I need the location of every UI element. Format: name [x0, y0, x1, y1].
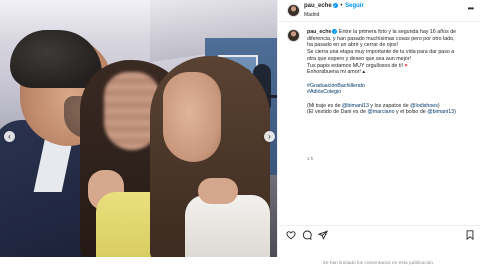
share-icon[interactable] [318, 230, 328, 240]
graduation-emoji-icon: ▴ [362, 69, 366, 76]
credits-text: y los zapatos de [368, 102, 411, 109]
separator-dot: • [340, 3, 343, 10]
caption-text-line: Tus papis estamos MUY orgullosos de ti! [307, 62, 403, 69]
post-photo[interactable]: ‹ › [0, 0, 277, 262]
comments-limited-text: Se han limitado los comentarios en esta … [322, 261, 435, 266]
mention-link[interactable]: @marciano [367, 109, 394, 115]
caption-avatar[interactable] [287, 29, 300, 42]
comment-icon[interactable] [302, 230, 312, 240]
caption-text: pau_eche ✓ Entre la primera foto y la seg… [307, 29, 475, 116]
caption-text-line-congrats: Enhorabuena mi amor! ▴ [307, 69, 475, 76]
post-location[interactable]: Madrid [304, 12, 319, 18]
comments-limited-notice: Se han limitado los comentarios en esta … [0, 257, 480, 270]
credits-text: ) [454, 109, 456, 116]
post-actions-bar [278, 225, 480, 243]
author-username[interactable]: pau_eche [304, 3, 332, 9]
caption-block: pau_eche ✓ Entre la primera foto y la seg… [278, 24, 480, 194]
post-header: pau_eche ✓ • Seguir Madrid ••• [278, 0, 480, 22]
photo-woman-hand [198, 178, 238, 204]
credits-line-1: (Mi traje es de @bimani13 y los zapatos … [307, 103, 475, 110]
previous-photo-button[interactable]: ‹ [4, 131, 15, 142]
hashtag-link[interactable]: #GraduaciónBachillerato [307, 83, 475, 90]
credits-line-2: (El vestido de Dani es de @marciano y el… [307, 109, 475, 116]
bookmark-icon[interactable] [465, 230, 475, 240]
credits-text: (El vestido de Dani es de [307, 109, 368, 116]
caption-text-line: ha pasado en un abrir y cerrar de ojos! [307, 42, 398, 49]
photo-woman-face [163, 72, 221, 162]
caption-text-line: diferencia, y han pasado muchísimas cosa… [307, 35, 455, 42]
more-options-icon[interactable]: ••• [468, 4, 474, 13]
mention-link[interactable]: @bimani13 [342, 103, 369, 109]
hashtag-link[interactable]: #AdiósColegio [307, 89, 475, 96]
caption-text-line-proud: Tus papis estamos MUY orgullosos de ti! … [307, 63, 475, 70]
heart-emoji-icon: ♥ [404, 62, 408, 69]
credits-text: ) [437, 102, 440, 109]
credits-text: y el bolso de [394, 109, 428, 116]
mention-link[interactable]: @bimani13 [427, 109, 454, 115]
caption-text-line: Enhorabuena mi amor! [307, 69, 361, 76]
follow-button[interactable]: Seguir [345, 3, 364, 9]
caption-text-line: Entre la primera foto y la segunda hay 1… [338, 29, 457, 35]
caption-text-line: Se cierra una etapa muy importante de tu… [307, 49, 455, 56]
heart-icon[interactable] [286, 230, 296, 240]
author-avatar[interactable] [287, 4, 300, 17]
caption-line-1: pau_eche ✓ Entre la primera foto y la seg… [307, 29, 475, 36]
verified-badge-icon: ✓ [332, 3, 338, 8]
mention-link[interactable]: @lodishoes [410, 103, 438, 109]
caption-username[interactable]: pau_eche [307, 29, 331, 35]
post-timestamp[interactable]: 1 h [307, 156, 313, 161]
next-photo-button[interactable]: › [264, 131, 275, 142]
caption-text-line: otra que espero y deseo que sea aun mejo… [307, 55, 411, 62]
credits-text: (Mi traje es de [307, 102, 343, 109]
post-modal: ‹ › pau_eche ✓ • Seguir Madrid ••• pau_ec… [0, 0, 480, 262]
verified-badge-icon: ✓ [332, 29, 338, 35]
author-line: pau_eche ✓ • Seguir [304, 3, 364, 9]
post-side-panel: pau_eche ✓ • Seguir Madrid ••• pau_eche ✓ … [277, 0, 480, 262]
photo-woman-top [185, 195, 270, 262]
